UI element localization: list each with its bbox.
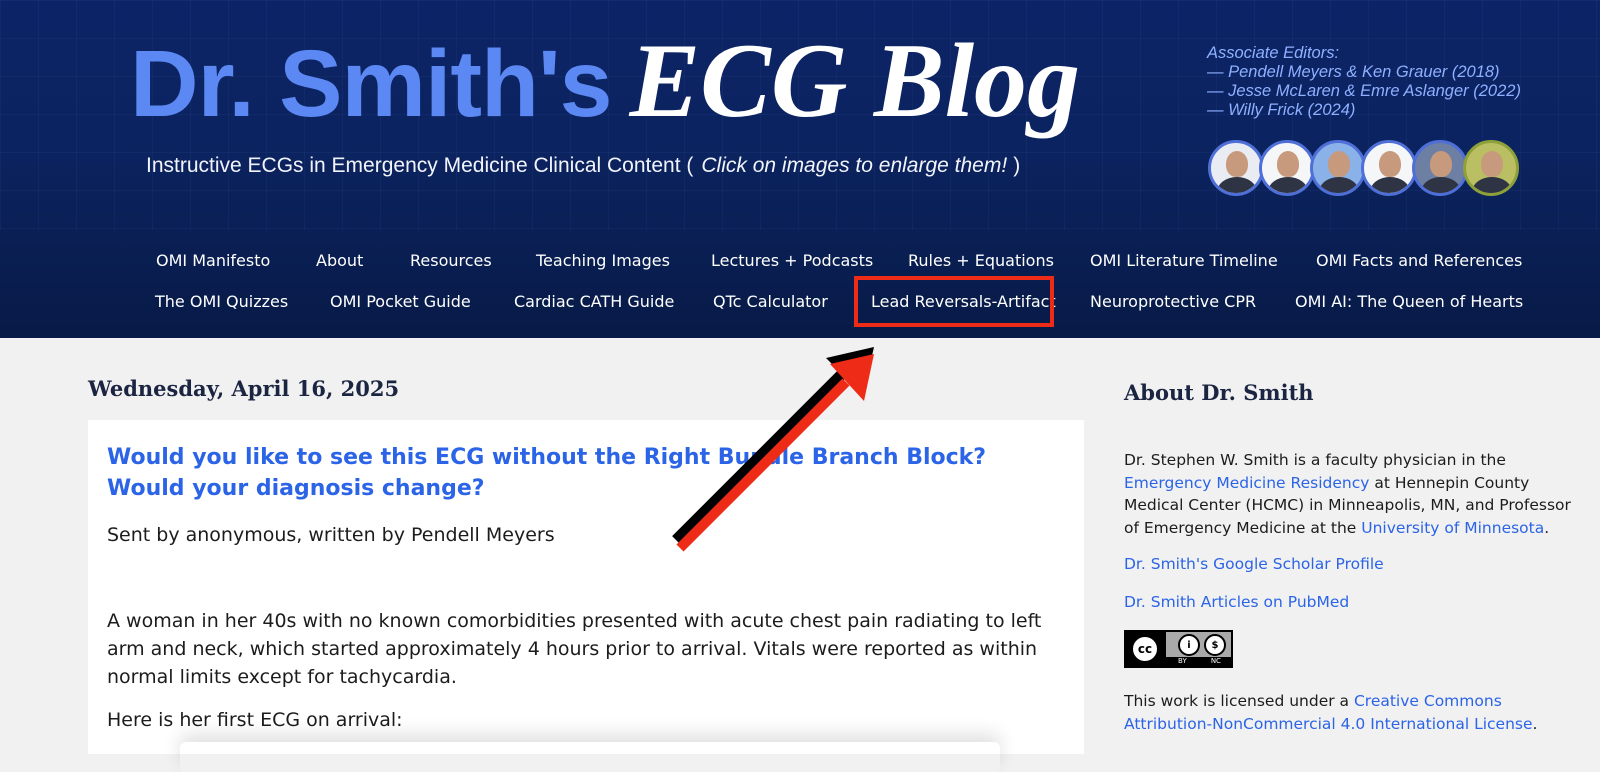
editors-line: — Willy Frick (2024) [1207, 101, 1356, 119]
post-paragraph: A woman in her 40s with no known comorbi… [107, 610, 1042, 688]
sidebar-bio: Dr. Stephen W. Smith is a faculty physic… [1124, 449, 1584, 539]
nav-omi-facts-references[interactable]: OMI Facts and References [1316, 251, 1522, 270]
creative-commons-icon: cc [1130, 634, 1160, 664]
cc-nc-label: NC [1210, 657, 1221, 665]
nav-resources[interactable]: Resources [410, 251, 492, 270]
cc-by-label: BY [1178, 657, 1187, 665]
nav-about[interactable]: About [316, 251, 363, 270]
associate-editors: Associate Editors: — Pendell Meyers & Ke… [1207, 44, 1521, 120]
blog-tagline: Instructive ECGs in Emergency Medicine C… [146, 154, 1020, 178]
avatar [1361, 140, 1417, 196]
editor-avatars [1208, 140, 1519, 196]
license-prefix: This work is licensed under a [1124, 692, 1354, 710]
editors-line: — Jesse McLaren & Emre Aslanger (2022) [1207, 82, 1521, 100]
blog-header: Dr. Smith's ECG Blog Instructive ECGs in … [0, 0, 1600, 338]
em-residency-link[interactable]: Emergency Medicine Residency [1124, 474, 1369, 492]
nav-qtc-calculator[interactable]: QTc Calculator [713, 292, 828, 311]
bio-text: Dr. Stephen W. Smith is a faculty physic… [1124, 451, 1506, 469]
sidebar-heading: About Dr. Smith [1124, 380, 1314, 405]
noncommercial-icon: $ [1204, 634, 1226, 656]
nav-teaching-images[interactable]: Teaching Images [536, 251, 670, 270]
editors-heading: Associate Editors: [1207, 44, 1340, 62]
post-title-link[interactable]: Would you like to see this ECG without t… [107, 442, 1047, 504]
blog-title[interactable]: Dr. Smith's ECG Blog [130, 28, 1080, 134]
bio-text: . [1544, 518, 1550, 537]
nav-cardiac-cath-guide[interactable]: Cardiac CATH Guide [514, 292, 674, 311]
tagline-suffix: ) [1013, 154, 1021, 177]
avatar [1412, 140, 1468, 196]
avatar [1310, 140, 1366, 196]
ecg-image-preview[interactable] [180, 742, 1000, 772]
post-byline: Sent by anonymous, written by Pendell Me… [107, 524, 555, 546]
blog-title-serif[interactable]: ECG Blog [629, 22, 1080, 139]
cc-license-badge[interactable]: cc i $ BY NC [1124, 630, 1233, 668]
post-date: Wednesday, April 16, 2025 [88, 376, 400, 401]
nav-omi-literature-timeline[interactable]: OMI Literature Timeline [1090, 251, 1278, 270]
license-text: This work is licensed under a Creative C… [1124, 690, 1584, 735]
arrow-head-shadow [826, 347, 874, 395]
google-scholar-link[interactable]: Dr. Smith's Google Scholar Profile [1124, 555, 1384, 573]
avatar [1463, 140, 1519, 196]
nav-neuroprotective-cpr[interactable]: Neuroprotective CPR [1090, 292, 1256, 311]
nav-highlight-box [854, 276, 1054, 327]
editors-line: — Pendell Meyers & Ken Grauer (2018) [1207, 63, 1500, 81]
post-paragraph: Here is her first ECG on arrival: [107, 709, 403, 731]
pubmed-link[interactable]: Dr. Smith Articles on PubMed [1124, 593, 1349, 611]
blog-title-sans[interactable]: Dr. Smith's [130, 31, 612, 137]
nav-rules-equations[interactable]: Rules + Equations [908, 251, 1054, 270]
main-nav: OMI Manifesto About Resources Teaching I… [0, 232, 1600, 332]
avatar [1208, 140, 1264, 196]
cc-badge-strip: BY NC [1166, 657, 1231, 666]
tagline-text: Instructive ECGs in Emergency Medicine C… [146, 154, 694, 177]
nav-omi-pocket-guide[interactable]: OMI Pocket Guide [330, 292, 471, 311]
university-link[interactable]: University of Minnesota [1361, 519, 1544, 537]
nav-omi-ai-queen-of-hearts[interactable]: OMI AI: The Queen of Hearts [1295, 292, 1523, 311]
attribution-icon: i [1178, 634, 1200, 656]
avatar [1259, 140, 1315, 196]
license-suffix: . [1532, 714, 1538, 733]
nav-omi-quizzes[interactable]: The OMI Quizzes [155, 292, 288, 311]
nav-lectures-podcasts[interactable]: Lectures + Podcasts [711, 251, 873, 270]
nav-omi-manifesto[interactable]: OMI Manifesto [156, 251, 270, 270]
arrow-head [830, 354, 874, 401]
tagline-note: Click on images to enlarge them! [701, 154, 1008, 177]
